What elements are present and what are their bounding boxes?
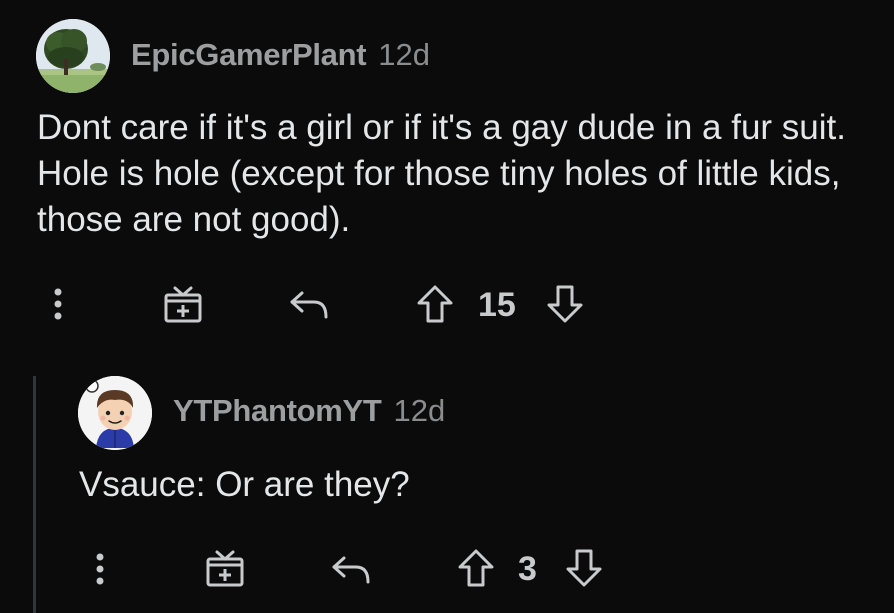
cartoon-boy-avatar-icon[interactable] (78, 376, 152, 450)
comment-timestamp: 12d (378, 37, 431, 72)
comment-epicgamerplant: EpicGamerPlant 12d Dont care if it's a g… (0, 0, 894, 360)
reply-button[interactable] (328, 549, 374, 589)
gift-box-icon (206, 550, 244, 587)
vote-score: 15 (478, 286, 516, 324)
comment-body: Dont care if it's a girl or if it's a ga… (37, 108, 846, 239)
downvote-button[interactable] (563, 546, 605, 590)
upvote-button[interactable] (455, 546, 497, 590)
author-name[interactable]: EpicGamerPlant (131, 37, 367, 73)
gift-box-icon (164, 286, 202, 323)
comment-timestamp: 12d (393, 393, 446, 428)
arrow-down-icon (566, 549, 602, 587)
comment-thread: EpicGamerPlant 12d Dont care if it's a g… (0, 0, 894, 613)
comment-meta: EpicGamerPlant 12d (131, 37, 430, 73)
award-button[interactable] (202, 546, 248, 590)
arrow-down-icon (547, 285, 583, 323)
tree-avatar-icon[interactable] (36, 19, 110, 93)
more-options-button[interactable] (42, 284, 74, 324)
reply-arrow-icon (332, 556, 370, 584)
comment-meta: YTPhantomYT 12d (173, 393, 445, 429)
downvote-button[interactable] (544, 282, 586, 326)
upvote-button[interactable] (414, 282, 456, 326)
reply-button[interactable] (286, 284, 332, 324)
arrow-up-icon (458, 549, 494, 587)
author-name[interactable]: YTPhantomYT (173, 393, 382, 429)
arrow-up-icon (417, 285, 453, 323)
vote-score: 3 (518, 550, 537, 588)
reply-arrow-icon (290, 291, 328, 319)
vertical-ellipsis-icon (96, 553, 104, 585)
more-options-button[interactable] (84, 549, 116, 589)
award-button[interactable] (160, 282, 206, 326)
comment-body: Vsauce: Or are they? (79, 465, 410, 504)
vertical-ellipsis-icon (54, 288, 62, 320)
